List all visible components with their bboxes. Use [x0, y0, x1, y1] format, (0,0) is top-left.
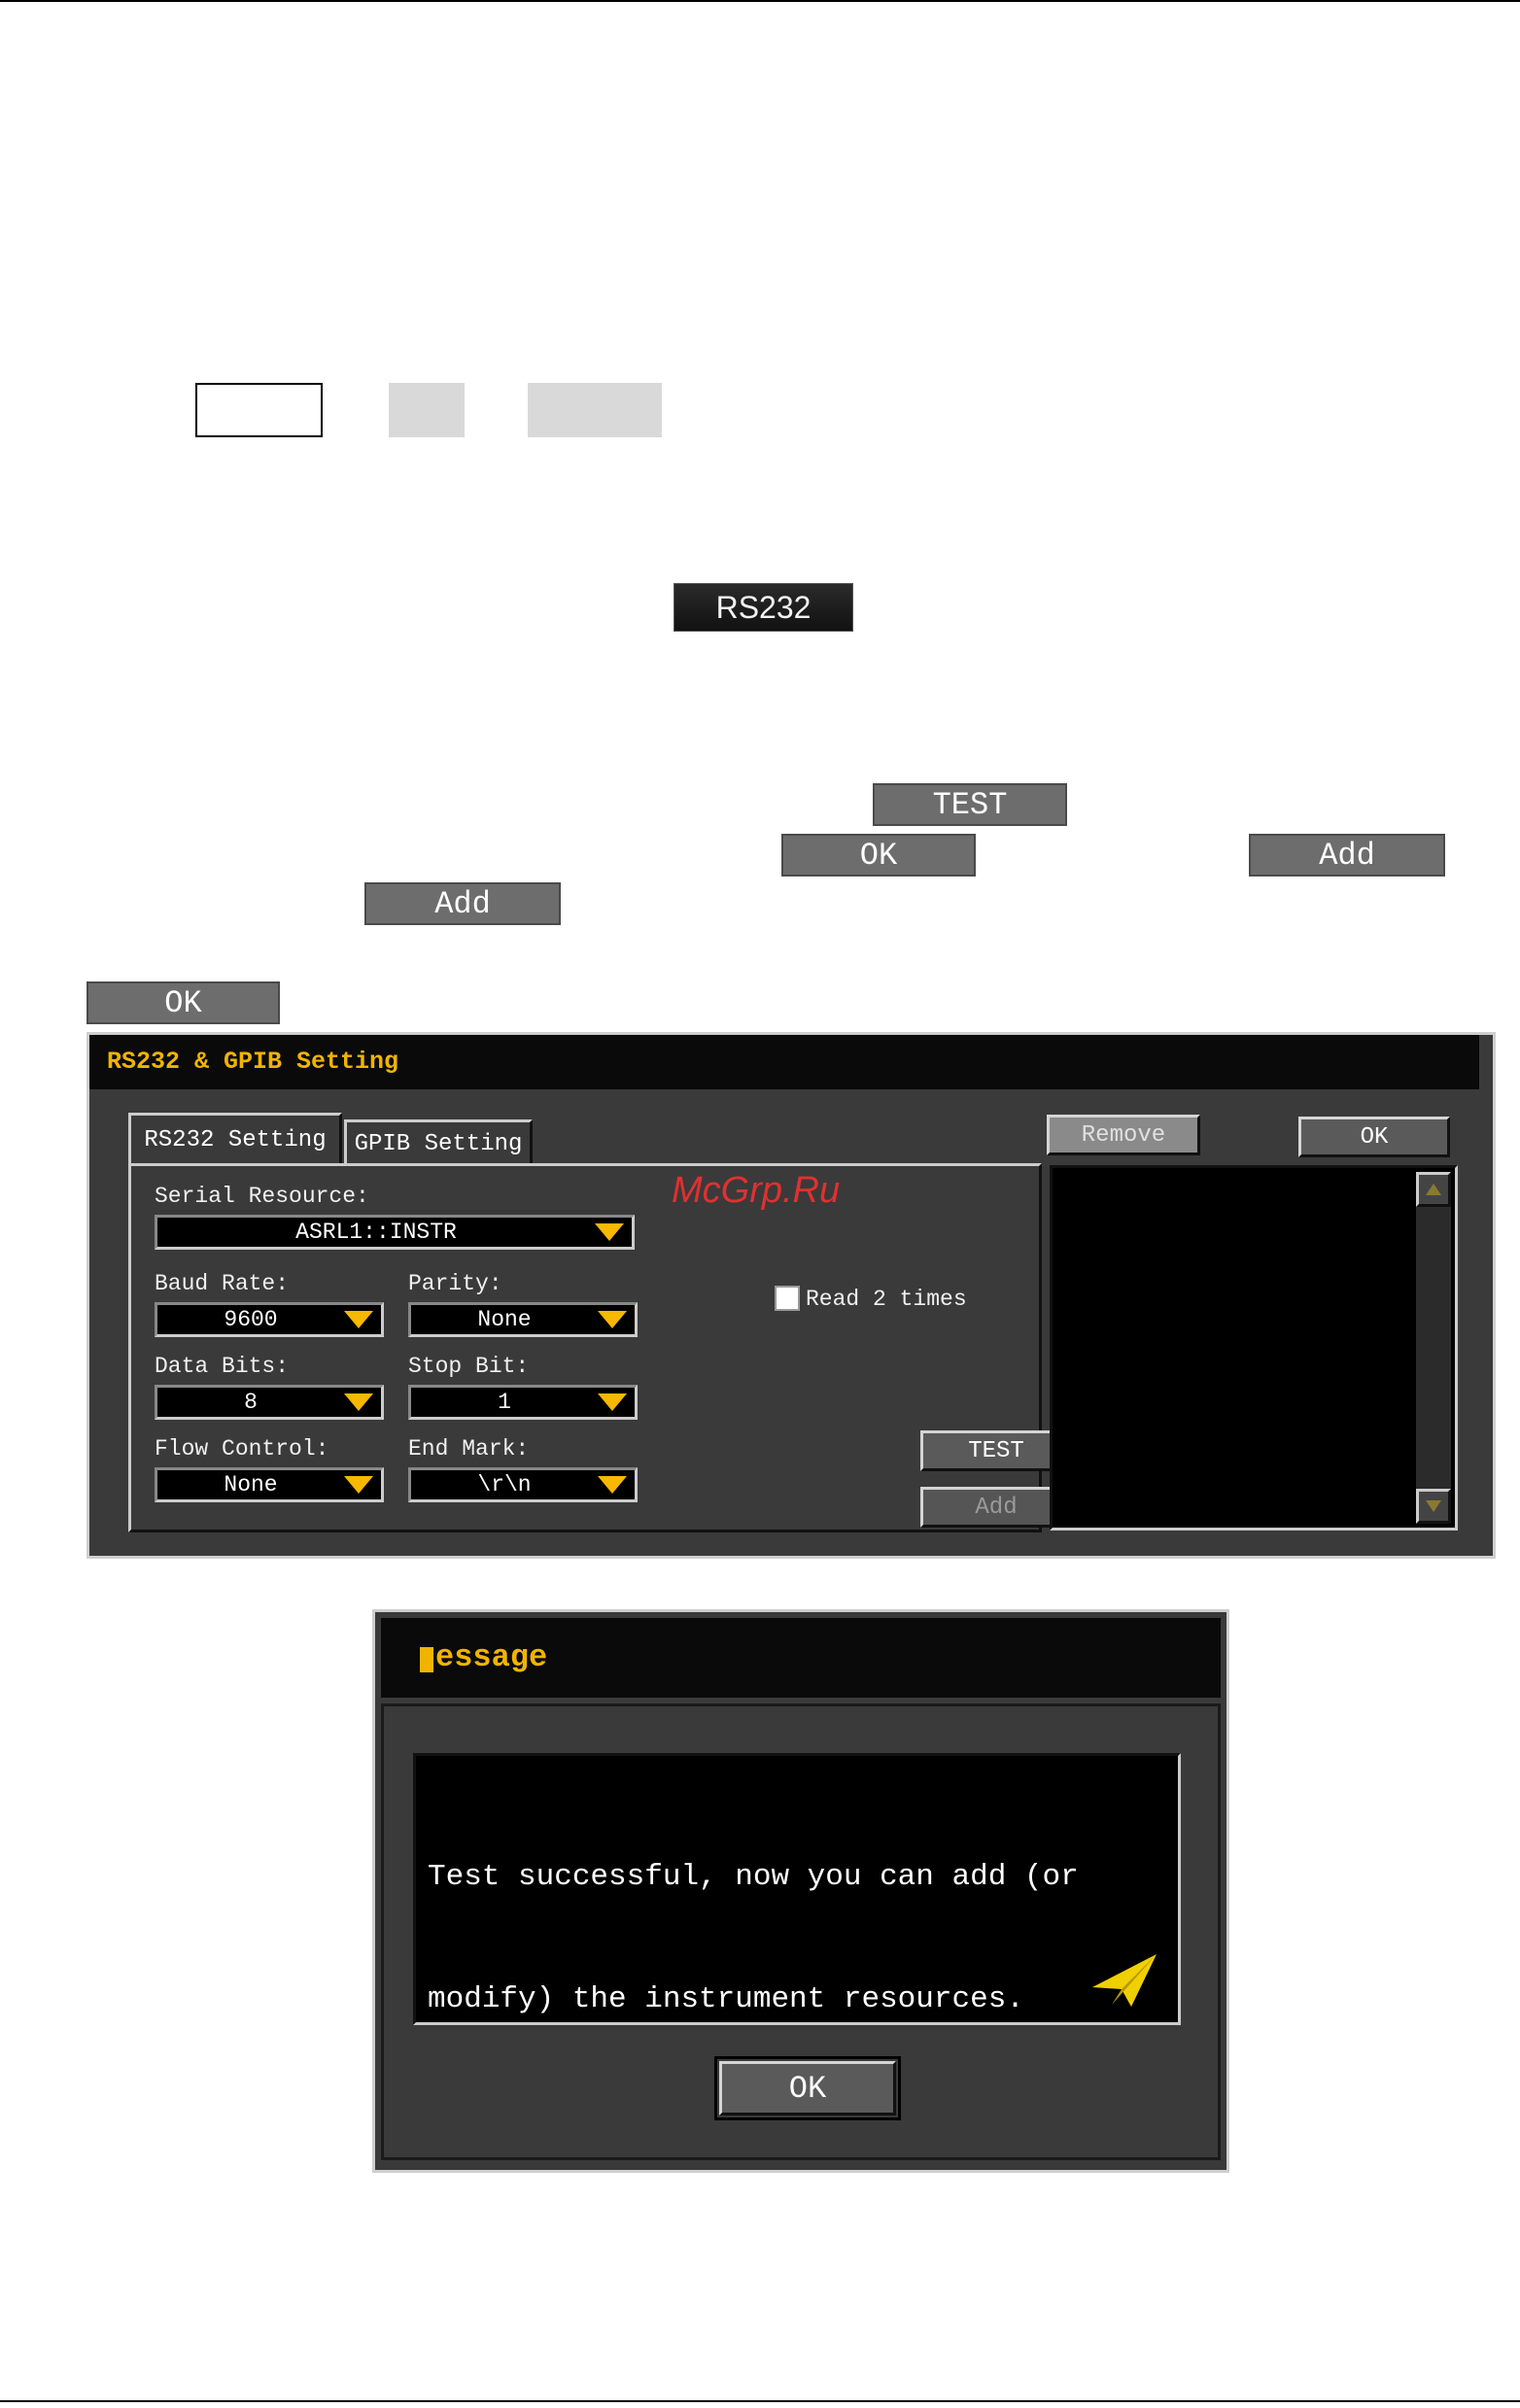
rs232-chip: RS232 — [674, 583, 853, 632]
chevron-down-icon — [598, 1476, 627, 1494]
tab-rs232-setting[interactable]: RS232 Setting — [128, 1113, 342, 1165]
message-ok-outline: OK — [714, 2056, 901, 2120]
doc-key-box-grey-1 — [389, 383, 465, 437]
bottom-rule — [0, 2400, 1520, 2402]
serial-resource-value: ASRL1::INSTR — [295, 1220, 457, 1245]
title-marker-icon — [420, 1647, 433, 1672]
chevron-down-icon — [598, 1393, 627, 1411]
test-chip: TEST — [873, 783, 1067, 826]
serial-resource-select[interactable]: ASRL1::INSTR — [155, 1215, 635, 1250]
watermark: McGrp.Ru — [672, 1170, 841, 1211]
rs232-gpib-dialog: RS232 & GPIB Setting RS232 Setting GPIB … — [86, 1032, 1496, 1559]
chevron-down-icon — [598, 1311, 627, 1328]
data-bits-select[interactable]: 8 — [155, 1385, 384, 1420]
baud-rate-select[interactable]: 9600 — [155, 1302, 384, 1337]
chevron-down-icon — [595, 1223, 624, 1241]
message-ok-button[interactable]: OK — [719, 2061, 896, 2116]
arrow-up-icon — [1426, 1184, 1441, 1195]
message-line-1: Test successful, now you can add (or — [428, 1860, 1079, 1894]
end-mark-select[interactable]: \r\n — [408, 1467, 638, 1502]
stop-bit-label: Stop Bit: — [408, 1354, 530, 1379]
message-text: Test successful, now you can add (or mod… — [428, 1775, 1079, 2102]
flow-control-label: Flow Control: — [155, 1436, 329, 1462]
parity-value: None — [477, 1307, 532, 1332]
chevron-down-icon — [344, 1311, 373, 1328]
doc-key-box-grey-2 — [528, 383, 662, 437]
parity-select[interactable]: None — [408, 1302, 638, 1337]
ok-button[interactable]: OK — [1298, 1117, 1450, 1157]
stop-bit-value: 1 — [498, 1390, 511, 1415]
message-line-2: modify) the instrument resources. — [428, 1982, 1024, 2016]
scroll-down-button[interactable] — [1416, 1489, 1451, 1524]
message-text-area: Test successful, now you can add (or mod… — [413, 1753, 1181, 2025]
data-bits-label: Data Bits: — [155, 1354, 290, 1379]
message-dialog: essage Test successful, now you can add … — [372, 1609, 1229, 2173]
message-body-frame: Test successful, now you can add (or mod… — [381, 1703, 1221, 2160]
flow-control-value: None — [224, 1472, 278, 1497]
top-rule — [0, 0, 1520, 2]
message-title: essage — [435, 1639, 548, 1675]
end-mark-value: \r\n — [477, 1472, 532, 1497]
rs232-tab-pane: Serial Resource: ASRL1::INSTR Baud Rate:… — [128, 1163, 1072, 1532]
ok-chip-2: OK — [86, 981, 280, 1024]
baud-rate-value: 9600 — [224, 1307, 278, 1332]
stop-bit-select[interactable]: 1 — [408, 1385, 638, 1420]
remove-button[interactable]: Remove — [1047, 1115, 1200, 1155]
add-chip-2: Add — [364, 882, 561, 925]
message-titlebar: essage — [381, 1618, 1221, 1698]
scroll-up-button[interactable] — [1416, 1172, 1451, 1207]
add-chip: Add — [1249, 834, 1445, 877]
dialog-title: RS232 & GPIB Setting — [89, 1035, 1479, 1089]
scrollbar[interactable] — [1416, 1172, 1451, 1524]
doc-key-box — [195, 383, 323, 437]
flow-control-select[interactable]: None — [155, 1467, 384, 1502]
ok-chip: OK — [781, 834, 976, 877]
data-bits-value: 8 — [244, 1390, 258, 1415]
read-twice-checkbox[interactable] — [775, 1286, 800, 1311]
read-twice-label: Read 2 times — [806, 1287, 967, 1312]
arrow-down-icon — [1426, 1500, 1441, 1512]
paper-plane-icon — [1092, 1954, 1157, 2007]
chevron-down-icon — [344, 1476, 373, 1494]
serial-resource-label: Serial Resource: — [155, 1184, 369, 1209]
chevron-down-icon — [344, 1393, 373, 1411]
tab-gpib-setting[interactable]: GPIB Setting — [344, 1119, 533, 1165]
end-mark-label: End Mark: — [408, 1436, 530, 1462]
baud-rate-label: Baud Rate: — [155, 1271, 290, 1296]
parity-label: Parity: — [408, 1271, 502, 1296]
resource-list[interactable] — [1050, 1165, 1458, 1531]
